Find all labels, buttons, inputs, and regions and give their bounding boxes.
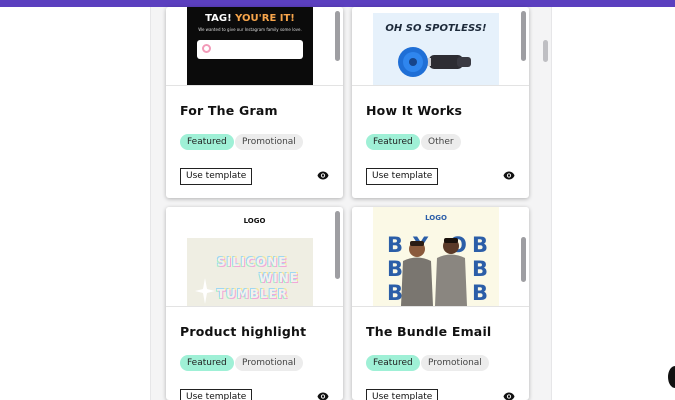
floating-help-button-edge[interactable]: [668, 366, 675, 388]
eye-icon[interactable]: [503, 392, 515, 400]
card-title: Product highlight: [180, 324, 307, 339]
template-card-the-bundle-email[interactable]: LOGO B Y O B B B B B The Bundle Email Fe…: [352, 207, 529, 400]
bundle-promo-preview: LOGO B Y O B B B B B: [373, 207, 499, 306]
thumbnail-scrollbar[interactable]: [521, 11, 526, 61]
template-card-for-the-gram[interactable]: TAG! YOU'RE IT! We wanted to give our In…: [166, 7, 343, 198]
use-template-button[interactable]: Use template: [366, 168, 439, 185]
tag-category: Promotional: [235, 134, 303, 150]
thumbnail-word: SILICONE: [217, 255, 288, 269]
thumbnail-heading: OH SO SPOTLESS!: [385, 23, 487, 34]
top-bar: [0, 0, 675, 7]
thumbnail-scrollbar[interactable]: [335, 11, 340, 61]
thumbnail-word: TUMBLER: [217, 287, 289, 301]
story-ring-icon: [202, 44, 211, 53]
page-scrollbar-thumb[interactable]: [543, 40, 548, 62]
template-thumbnail[interactable]: TAG! YOU'RE IT! We wanted to give our In…: [166, 7, 343, 86]
tag-category: Other: [421, 134, 461, 150]
thumbnail-logo: LOGO: [425, 214, 447, 222]
use-template-button[interactable]: Use template: [366, 389, 439, 400]
eye-icon[interactable]: [503, 171, 515, 180]
template-card-product-highlight[interactable]: LOGO SILICONE WINE TUMBLER Product highl…: [166, 207, 343, 400]
thumbnail-subtext: We wanted to give our Instagram family s…: [198, 27, 302, 32]
instagram-post-mock: [197, 40, 303, 59]
tag-featured: Featured: [366, 134, 420, 150]
template-thumbnail[interactable]: LOGO B Y O B B B B B: [352, 207, 529, 307]
eye-icon[interactable]: [317, 392, 329, 400]
card-title: For The Gram: [180, 103, 278, 118]
card-title: The Bundle Email: [366, 324, 492, 339]
card-title: How It Works: [366, 103, 463, 118]
instagram-promo-preview: TAG! YOU'RE IT! We wanted to give our In…: [187, 7, 313, 85]
use-template-button[interactable]: Use template: [180, 168, 253, 185]
thumbnail-word: WINE: [259, 271, 299, 285]
eye-icon[interactable]: [317, 171, 329, 180]
cleaning-product-preview: OH SO SPOTLESS!: [373, 13, 499, 85]
thumbnail-heading: TAG! YOU'RE IT!: [205, 13, 295, 24]
template-thumbnail[interactable]: OH SO SPOTLESS!: [352, 7, 529, 86]
scrub-brush-image: [398, 47, 471, 77]
sparkle-icon: [195, 278, 215, 304]
tag-featured: Featured: [180, 134, 234, 150]
thumbnail-scrollbar[interactable]: [335, 211, 340, 279]
thumbnail-logo: LOGO: [243, 217, 266, 225]
tag-category: Promotional: [421, 355, 489, 371]
use-template-button[interactable]: Use template: [180, 389, 253, 400]
template-thumbnail[interactable]: LOGO SILICONE WINE TUMBLER: [166, 207, 343, 307]
template-card-how-it-works[interactable]: OH SO SPOTLESS! How It Works Featured Ot…: [352, 7, 529, 198]
tag-category: Promotional: [235, 355, 303, 371]
thumbnail-scrollbar[interactable]: [521, 237, 526, 282]
page-scrollbar[interactable]: [540, 7, 550, 400]
models-photo: [401, 238, 467, 306]
tag-featured: Featured: [366, 355, 420, 371]
tumbler-product-preview: SILICONE WINE TUMBLER: [187, 238, 313, 306]
tag-featured: Featured: [180, 355, 234, 371]
